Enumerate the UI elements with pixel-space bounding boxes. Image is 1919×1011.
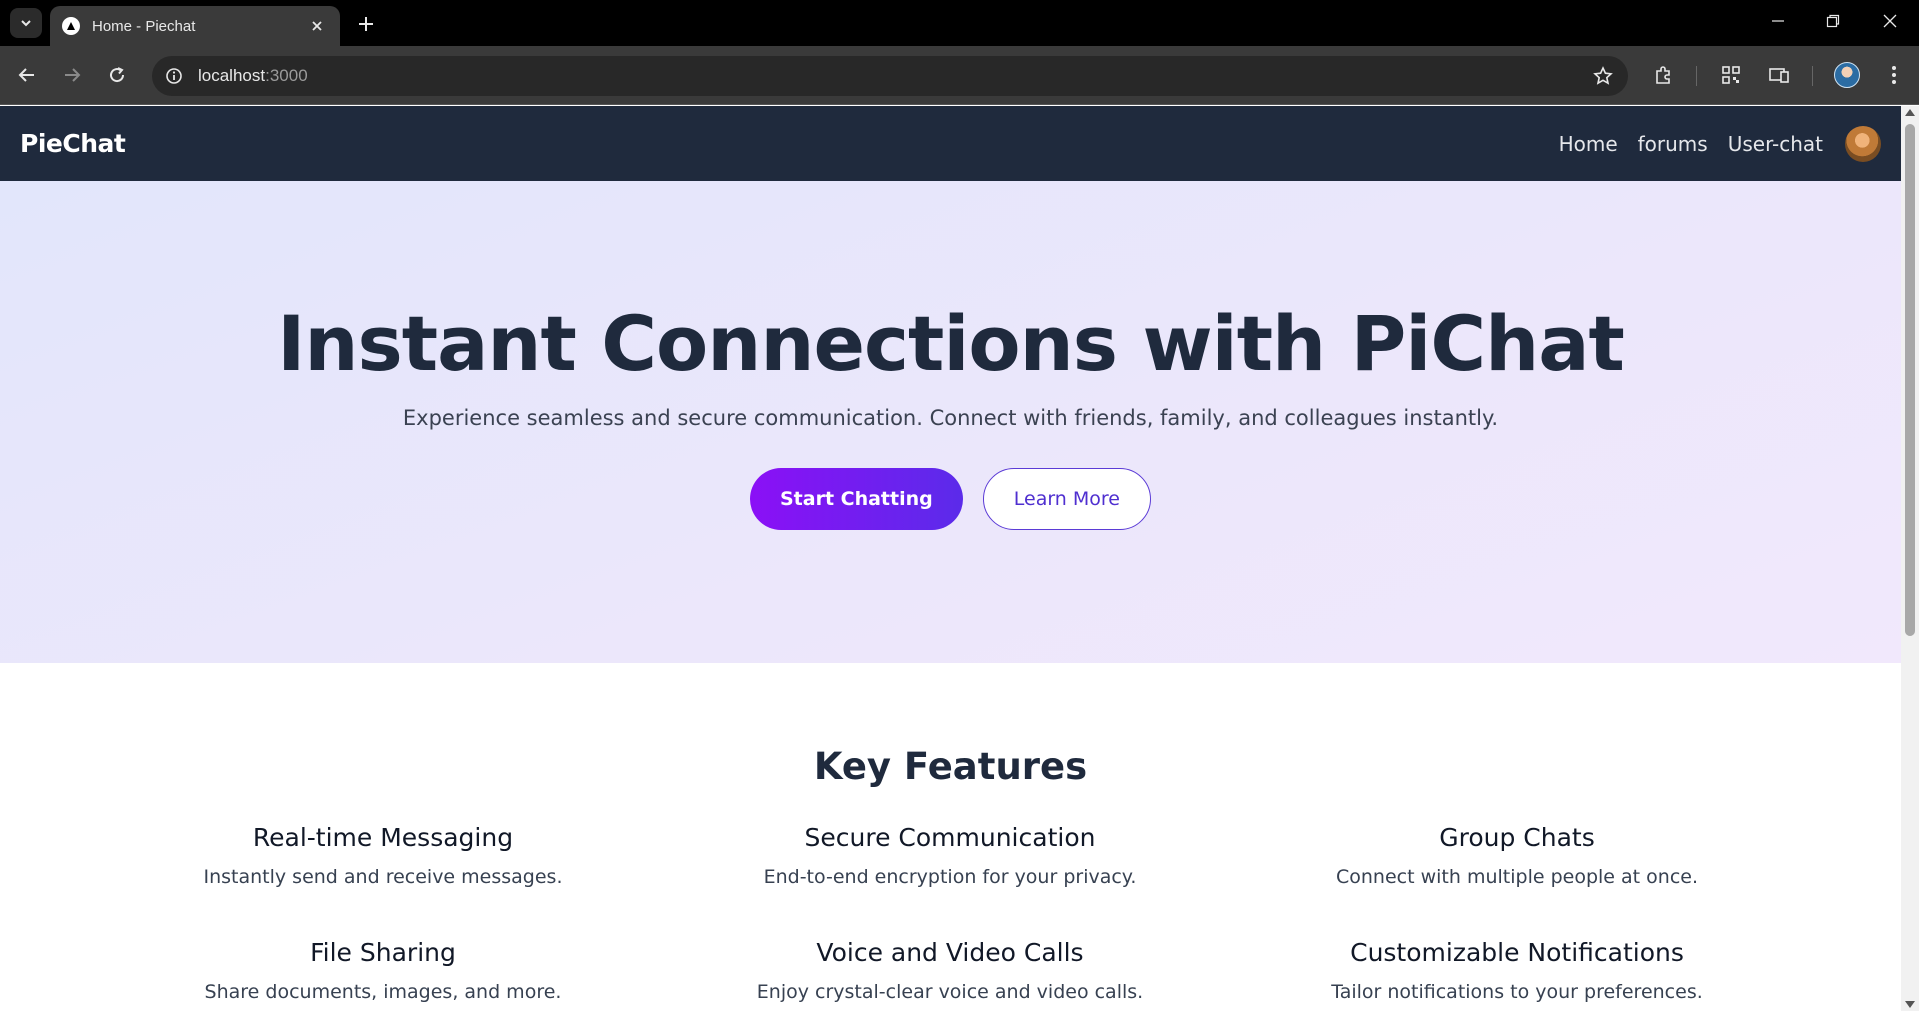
- extensions-puzzle-icon[interactable]: [1648, 60, 1678, 90]
- browser-profile-avatar[interactable]: [1834, 62, 1860, 88]
- scroll-up-arrow-icon[interactable]: [1905, 109, 1915, 116]
- nav-link-forums[interactable]: forums: [1638, 132, 1708, 156]
- browser-toolbar: localhost:3000: [0, 46, 1919, 105]
- hero-subtitle: Experience seamless and secure communica…: [402, 406, 1499, 430]
- feature-title: Real-time Messaging: [252, 823, 514, 852]
- back-button[interactable]: [12, 60, 42, 90]
- restore-window-button[interactable]: [1811, 6, 1855, 36]
- arrow-left-icon: [18, 68, 34, 82]
- toolbar-divider: [1696, 66, 1697, 86]
- feature-title: Group Chats: [1439, 823, 1595, 852]
- tab-title: Home - Piechat: [92, 17, 196, 35]
- feature-card-secure-communication: Secure Communication End-to-end encrypti…: [690, 823, 1210, 888]
- feature-card-customizable-notifications: Customizable Notifications Tailor notifi…: [1257, 938, 1777, 1003]
- nav-links: Home forums User-chat: [1559, 125, 1881, 162]
- url-host: localhost: [198, 66, 266, 85]
- restore-icon: [1826, 14, 1840, 28]
- feature-description: Connect with multiple people at once.: [1336, 866, 1698, 888]
- learn-more-button[interactable]: Learn More: [982, 468, 1151, 530]
- feature-title: File Sharing: [310, 938, 456, 967]
- page-scrollbar[interactable]: [1901, 106, 1919, 1011]
- new-tab-button[interactable]: [352, 10, 380, 38]
- address-bar[interactable]: localhost:3000: [152, 56, 1628, 96]
- page-viewport: PieChat Home forums User-chat Instant Co…: [0, 106, 1919, 1011]
- browser-tab-strip: Home - Piechat: [0, 0, 1919, 46]
- app-navbar: PieChat Home forums User-chat: [0, 106, 1901, 181]
- feature-card-real-time-messaging: Real-time Messaging Instantly send and r…: [123, 823, 643, 888]
- chevron-down-icon: [21, 20, 31, 27]
- qr-code-icon[interactable]: [1716, 60, 1746, 90]
- url-port: :3000: [265, 66, 308, 85]
- feature-title: Customizable Notifications: [1350, 938, 1684, 967]
- feature-description: End-to-end encryption for your privacy.: [763, 866, 1137, 888]
- scrollbar-thumb[interactable]: [1905, 124, 1915, 636]
- reload-button[interactable]: [102, 60, 132, 90]
- cast-device-icon[interactable]: [1764, 60, 1794, 90]
- user-avatar[interactable]: [1845, 125, 1881, 162]
- close-window-button[interactable]: [1868, 6, 1912, 36]
- tab-search-button[interactable]: [10, 8, 42, 38]
- scroll-down-arrow-icon[interactable]: [1905, 1001, 1915, 1008]
- hero-section: Instant Connections with PiChat Experien…: [0, 181, 1901, 663]
- tab-favicon-icon: [62, 17, 80, 35]
- nav-link-user-chat[interactable]: User-chat: [1728, 132, 1823, 156]
- tab-close-icon[interactable]: [306, 15, 328, 37]
- browser-tab-active[interactable]: Home - Piechat: [50, 6, 340, 46]
- feature-description: Tailor notifications to your preferences…: [1331, 981, 1703, 1003]
- url-text: localhost:3000: [198, 66, 308, 86]
- bookmark-star-icon[interactable]: [1590, 63, 1616, 89]
- forward-button[interactable]: [57, 60, 87, 90]
- arrow-right-icon: [65, 68, 81, 82]
- minimize-icon: [1772, 20, 1784, 22]
- brand-logo[interactable]: PieChat: [20, 129, 126, 158]
- feature-description: Instantly send and receive messages.: [203, 866, 563, 888]
- plus-icon: [359, 17, 373, 31]
- features-title: Key Features: [813, 745, 1088, 788]
- nav-link-home[interactable]: Home: [1559, 132, 1618, 156]
- reload-icon: [110, 67, 125, 83]
- feature-card-file-sharing: File Sharing Share documents, images, an…: [123, 938, 643, 1003]
- toolbar-divider: [1812, 66, 1813, 86]
- feature-card-group-chats: Group Chats Connect with multiple people…: [1257, 823, 1777, 888]
- feature-title: Secure Communication: [804, 823, 1096, 852]
- hero-actions: Start Chatting Learn More: [0, 468, 1901, 530]
- start-chatting-button[interactable]: Start Chatting: [749, 468, 963, 530]
- feature-description: Enjoy crystal-clear voice and video call…: [756, 981, 1144, 1003]
- hero-title: Instant Connections with PiChat: [277, 299, 1625, 388]
- minimize-window-button[interactable]: [1756, 6, 1800, 36]
- feature-description: Share documents, images, and more.: [204, 981, 562, 1003]
- feature-card-voice-video-calls: Voice and Video Calls Enjoy crystal-clea…: [690, 938, 1210, 1003]
- kebab-menu-icon[interactable]: [1879, 60, 1909, 90]
- site-info-icon[interactable]: [158, 60, 190, 92]
- features-section: Key Features Real-time Messaging Instant…: [0, 663, 1901, 1011]
- close-icon: [1883, 14, 1897, 28]
- feature-title: Voice and Video Calls: [816, 938, 1084, 967]
